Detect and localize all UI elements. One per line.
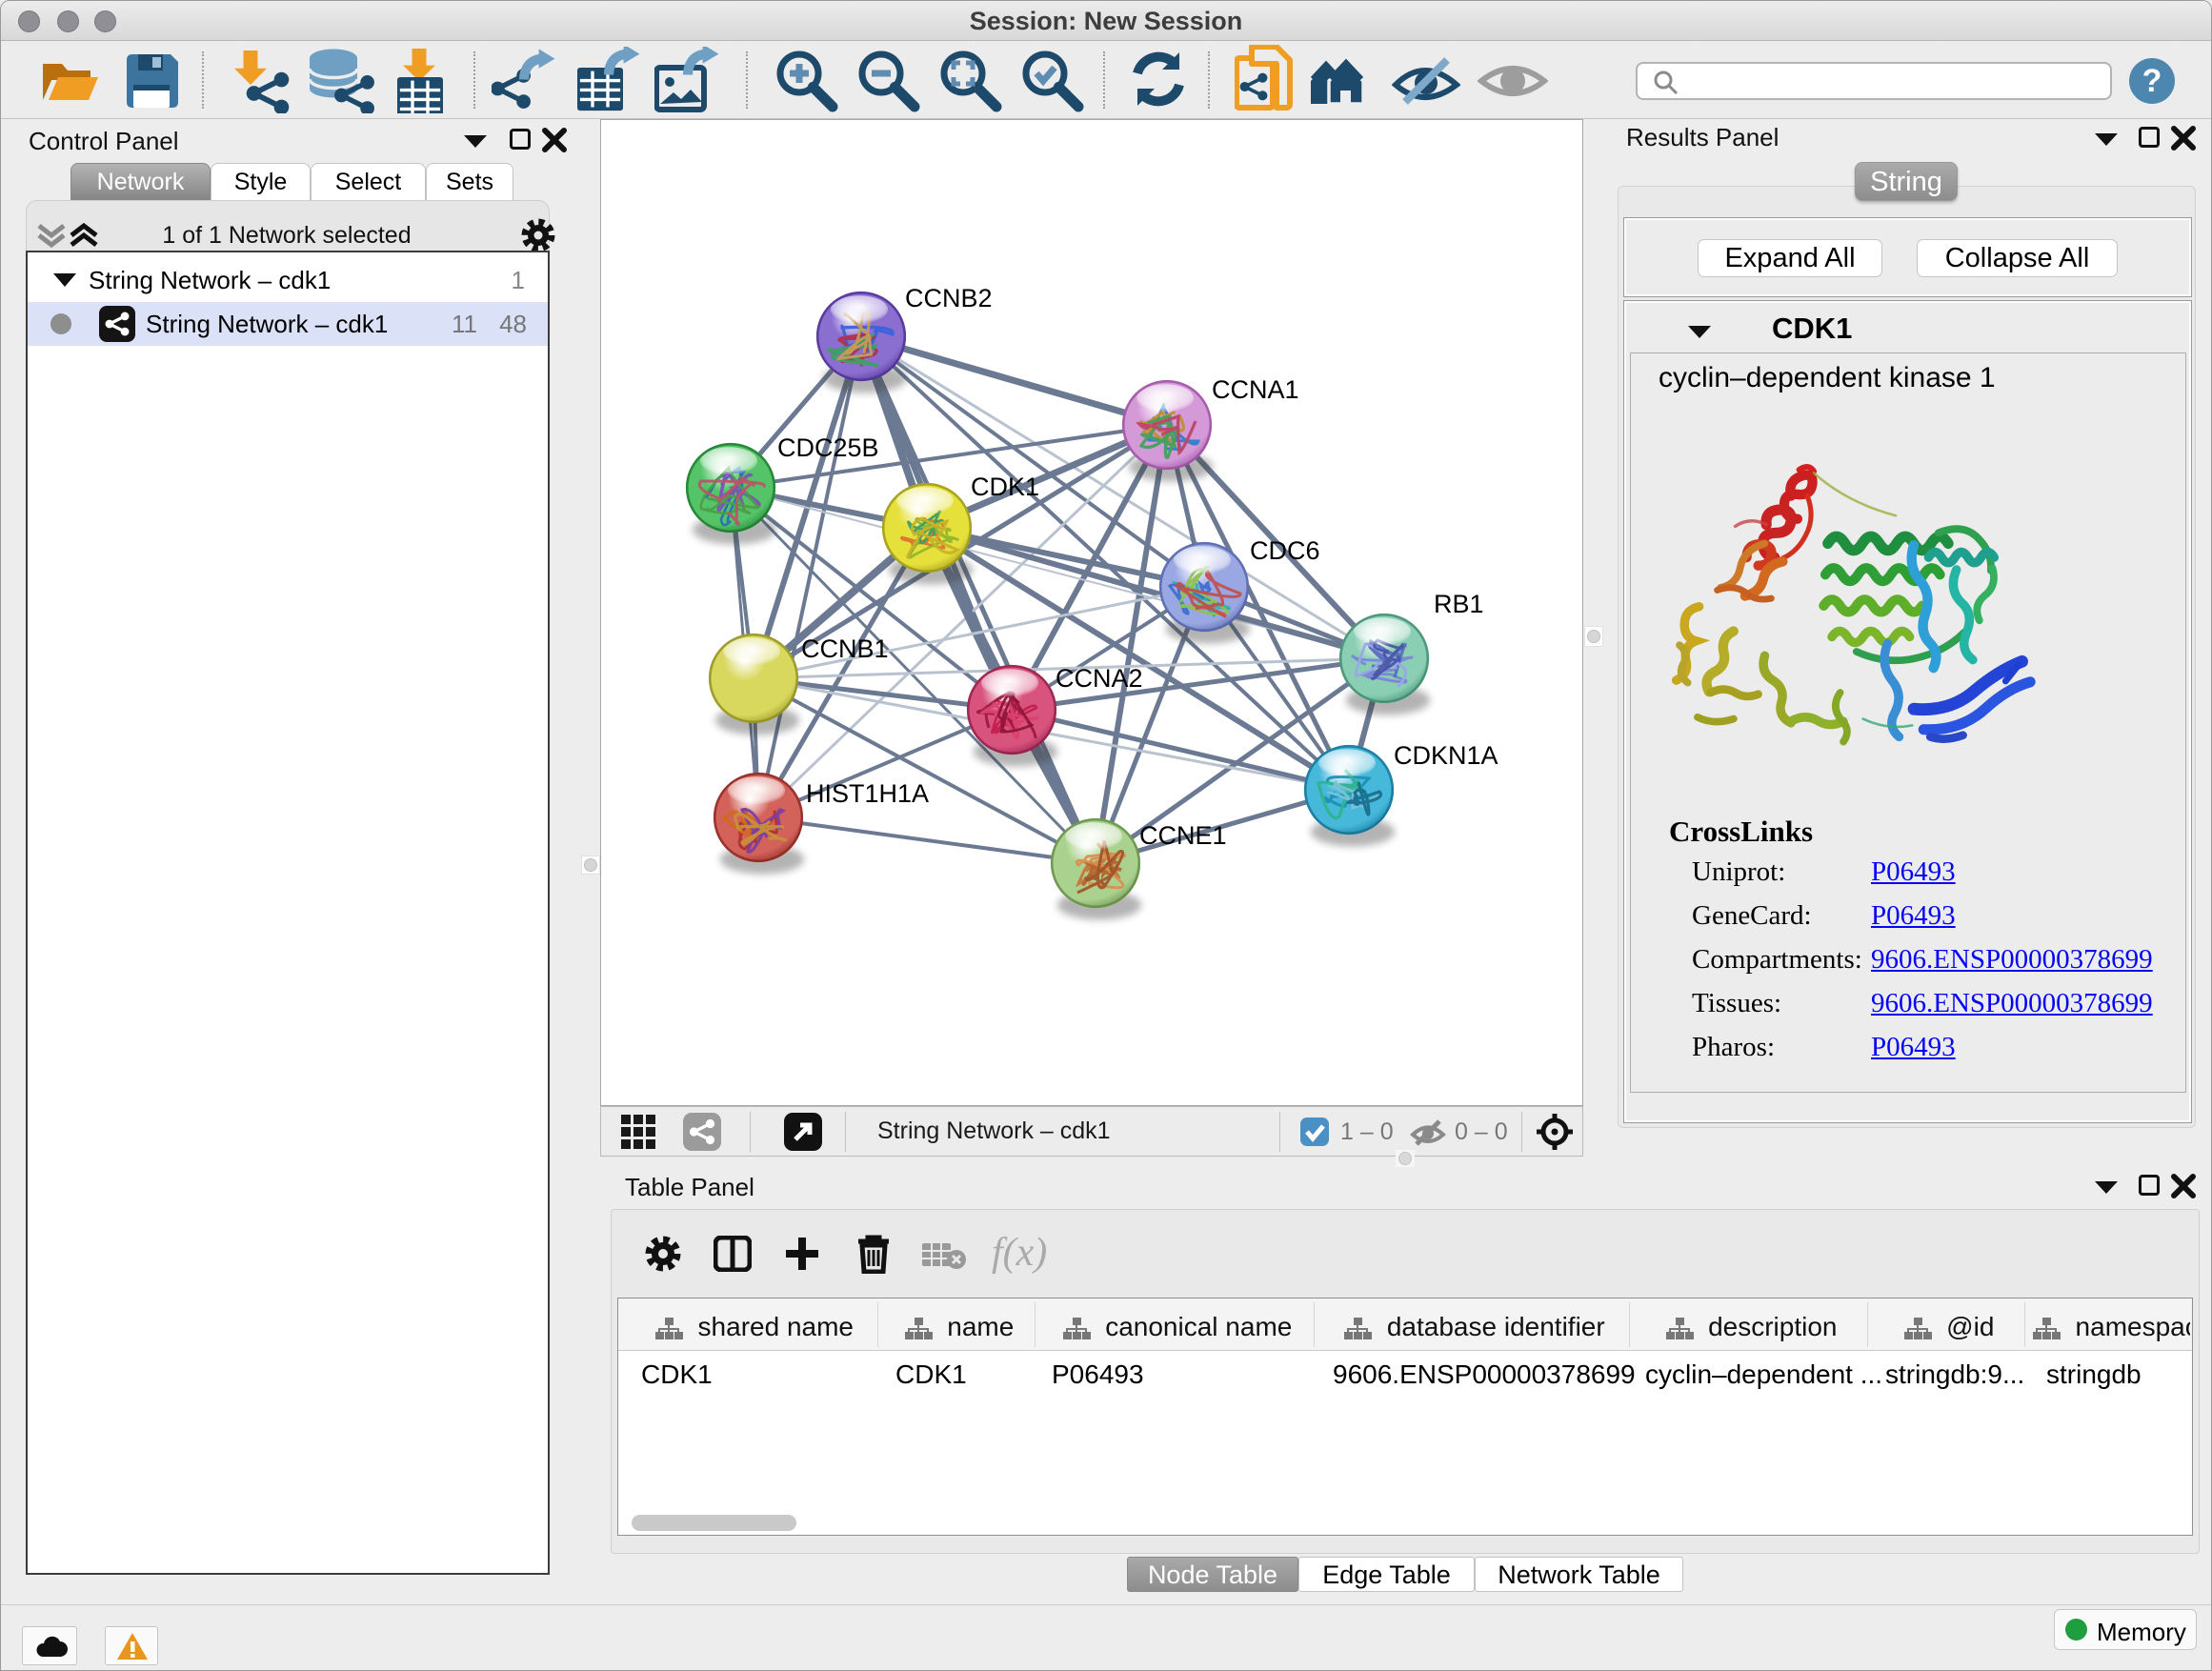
- svg-text:CCNA1: CCNA1: [1212, 375, 1299, 404]
- svg-text:CCNA2: CCNA2: [1056, 664, 1143, 693]
- svg-text:CDK1: CDK1: [971, 473, 1039, 501]
- svg-text:CCNB1: CCNB1: [801, 634, 889, 663]
- svg-text:CDC25B: CDC25B: [777, 433, 879, 462]
- svg-text:CCNE1: CCNE1: [1139, 821, 1227, 850]
- svg-text:CCNB2: CCNB2: [905, 284, 993, 312]
- svg-text:HIST1H1A: HIST1H1A: [806, 779, 929, 808]
- svg-text:RB1: RB1: [1434, 590, 1484, 618]
- svg-text:CDKN1A: CDKN1A: [1394, 741, 1498, 770]
- svg-text:CDC6: CDC6: [1250, 536, 1320, 565]
